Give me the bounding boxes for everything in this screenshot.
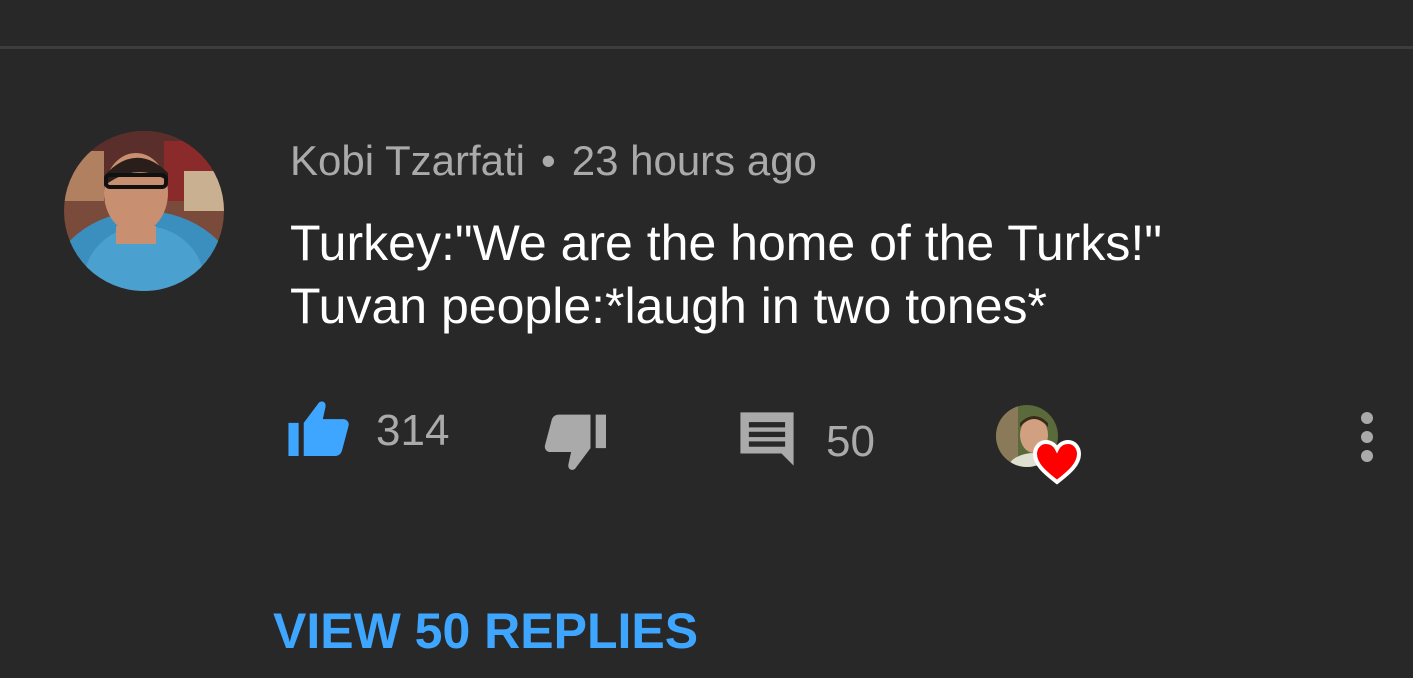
comment-thread: Kobi Tzarfati • 23 hours ago Turkey:"We ar… (0, 0, 1413, 678)
like-count: 314 (376, 405, 450, 455)
comment-line: Tuvan people:*laugh in two tones* (290, 278, 1048, 334)
avatar-image (64, 131, 224, 291)
view-replies-button[interactable]: VIEW 50 REPLIES (273, 600, 698, 662)
dislike-button[interactable] (544, 414, 606, 477)
reply-count: 50 (826, 416, 875, 466)
comment-meta: Kobi Tzarfati • 23 hours ago (290, 135, 817, 187)
more-options-button[interactable] (1352, 412, 1382, 469)
like-button[interactable]: 314 (288, 400, 449, 461)
heart-icon (1032, 439, 1082, 490)
comment-line: Turkey:"We are the home of the Turks!" (290, 215, 1162, 271)
top-divider (0, 46, 1413, 49)
reply-button[interactable]: 50 (738, 410, 875, 473)
creator-hearted-badge (996, 405, 1084, 487)
more-vertical-icon (1352, 412, 1382, 468)
author-name[interactable]: Kobi Tzarfati (290, 137, 525, 184)
comment-icon (738, 410, 796, 473)
thumbs-up-icon (288, 400, 350, 461)
thumbs-down-icon (544, 414, 606, 477)
meta-separator: • (541, 137, 556, 184)
comment-timestamp[interactable]: 23 hours ago (572, 137, 817, 184)
author-avatar[interactable] (64, 131, 224, 291)
comment-text: Turkey:"We are the home of the Turks!" T… (290, 212, 1162, 338)
